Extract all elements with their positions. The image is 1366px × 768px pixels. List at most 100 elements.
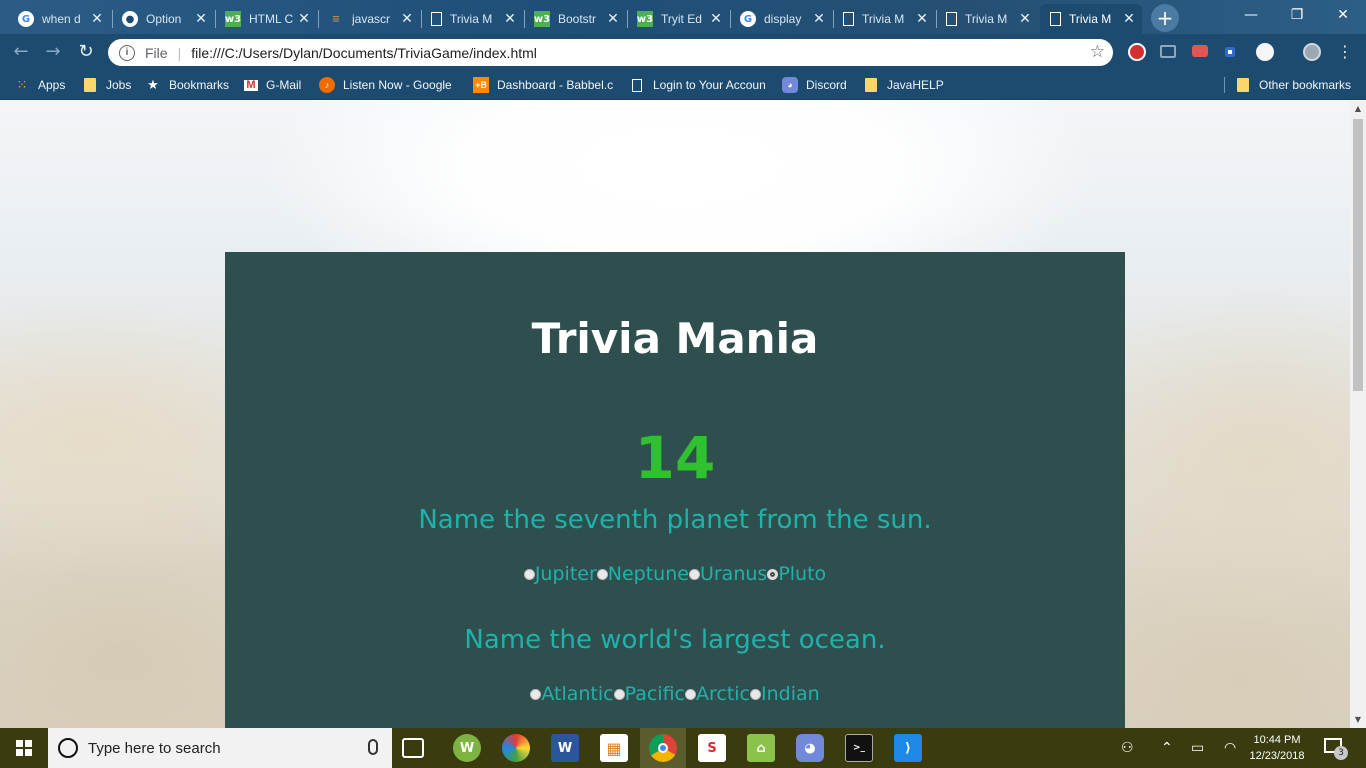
browser-tab[interactable]: w3 HTML C ✕ [215,4,317,34]
scroll-down-icon[interactable]: ▼ [1350,712,1366,728]
close-tab-icon[interactable]: ✕ [90,11,104,27]
bookmark-babbel[interactable]: +B Dashboard - Babbel.c [473,75,613,95]
bookmark-label: Other bookmarks [1259,78,1352,92]
answer-option[interactable]: Indian [750,683,820,705]
bookmark-folder-jobs[interactable]: Jobs [82,75,131,95]
vertical-scrollbar[interactable]: ▲ ▼ [1350,101,1366,728]
word-icon[interactable]: W [551,734,579,762]
wifi-icon[interactable]: ◠ [1224,740,1236,756]
bookmark-login[interactable]: Login to Your Accoun [629,75,766,95]
bookmark-label: G-Mail [266,78,302,92]
microphone-icon[interactable] [368,739,378,755]
info-icon[interactable]: i [119,44,135,61]
browser-tab[interactable]: w3 Tryit Ed ✕ [627,4,729,34]
bookmark-label: Bookmarks [169,78,230,92]
menu-kebab-icon[interactable]: ⋮ [1333,40,1357,64]
google-icon: G [740,11,756,27]
chrome-icon[interactable] [649,734,677,762]
radio-button[interactable] [523,568,535,580]
task-view-icon[interactable] [402,738,424,758]
close-tab-icon[interactable]: ✕ [1018,11,1032,27]
browser-tab[interactable]: w3 Bootstr ✕ [524,4,626,34]
profile-avatar[interactable] [1303,43,1321,61]
browser-tab[interactable]: ≡ javascr ✕ [318,4,420,34]
browser-tab[interactable]: Trivia M ✕ [421,4,523,34]
radio-button[interactable] [613,688,625,700]
radio-button[interactable] [530,688,542,700]
close-window-button[interactable]: ✕ [1320,4,1366,26]
browser-tab[interactable]: Trivia M ✕ [833,4,935,34]
bookmark-folder-javahelp[interactable]: JavaHELP [863,75,944,95]
page-icon [1050,12,1061,26]
close-tab-icon[interactable]: ✕ [503,11,517,27]
back-button[interactable]: ← [9,40,33,64]
browser-tab[interactable]: G display ✕ [730,4,832,34]
browser-tab[interactable]: G when d ✕ [8,4,110,34]
close-tab-icon[interactable]: ✕ [709,11,723,27]
close-tab-icon[interactable]: ✕ [915,11,929,27]
new-tab-button[interactable]: + [1151,4,1179,32]
adblock-extension-icon[interactable] [1128,43,1146,61]
extension-icon[interactable] [1256,43,1274,61]
url-text[interactable]: file:///C:/Users/Dylan/Documents/TriviaG… [191,45,537,61]
address-bar[interactable]: i File | file:///C:/Users/Dylan/Document… [108,39,1113,66]
browser-tab-active[interactable]: Trivia M ✕ [1040,4,1142,34]
close-tab-icon[interactable]: ✕ [812,11,826,27]
browser-tab[interactable]: ● Option ✕ [112,4,214,34]
scroll-up-icon[interactable]: ▲ [1350,101,1366,117]
people-icon[interactable]: ⚇ [1121,740,1134,756]
answer-label: Pacific [624,683,685,705]
bookmark-star-icon[interactable]: ☆ [1090,42,1105,62]
webroot-icon[interactable]: W [453,734,481,762]
answer-option[interactable]: Pluto [767,563,826,585]
radio-button[interactable] [750,688,761,700]
answer-option[interactable]: Arctic [684,683,750,705]
bookmark-bookmarks[interactable]: ★ Bookmarks [145,75,229,95]
system-clock[interactable]: 10:44 PM 12/23/2018 [1244,732,1310,764]
discord-icon[interactable]: ◕ [796,734,824,762]
browser-tab[interactable]: Trivia M ✕ [936,4,1038,34]
radio-button[interactable] [596,568,608,580]
slack-icon[interactable]: S [698,734,726,762]
store-grid-icon[interactable]: ▦ [600,734,628,762]
radio-button[interactable] [684,688,696,700]
page-icon [946,12,957,26]
answer-option[interactable]: Pacific [613,683,685,705]
cast-icon[interactable] [1160,45,1176,58]
taskbar-search-box[interactable]: Type here to search [48,728,392,768]
battery-icon[interactable]: ▭ [1191,740,1204,756]
close-tab-icon[interactable]: ✕ [297,11,311,27]
bookmark-label: Login to Your Accoun [653,78,766,92]
restore-button[interactable]: ❐ [1274,4,1320,26]
radio-button[interactable] [688,568,700,580]
forward-button[interactable]: → [41,40,65,64]
radio-button-selected[interactable] [767,568,779,580]
reload-button[interactable]: ↻ [74,40,98,64]
scrollbar-thumb[interactable] [1353,119,1363,391]
answer-option[interactable]: Uranus [688,563,767,585]
answer-label: Arctic [695,683,750,705]
terminal-icon[interactable]: >_ [845,734,873,762]
page-icon [629,77,645,93]
answer-option[interactable]: Atlantic [530,683,614,705]
bookmark-discord[interactable]: ◕ Discord [782,75,847,95]
color-app-icon[interactable] [502,734,530,762]
close-tab-icon[interactable]: ✕ [400,11,414,27]
extension-icon[interactable] [1225,47,1235,57]
answer-option[interactable]: Neptune [596,563,689,585]
answer-option[interactable]: Jupiter [523,563,597,585]
bookmark-gmail[interactable]: M G-Mail [244,75,301,95]
screencast-extension-icon[interactable] [1192,45,1208,57]
close-tab-icon[interactable]: ✕ [1122,11,1136,27]
start-button[interactable] [0,728,48,768]
bookmark-label: JavaHELP [887,78,944,92]
close-tab-icon[interactable]: ✕ [606,11,620,27]
bookmark-apps[interactable]: ⁙ Apps [14,75,66,95]
bookmark-listen-now[interactable]: ♪ Listen Now - Google [319,75,452,95]
chevron-up-icon[interactable]: ⌃ [1161,740,1173,756]
minimize-button[interactable]: — [1228,4,1274,26]
vscode-icon[interactable]: ⟩ [894,734,922,762]
other-bookmarks[interactable]: Other bookmarks [1235,75,1351,95]
close-tab-icon[interactable]: ✕ [194,11,208,27]
home-app-icon[interactable]: ⌂ [747,734,775,762]
